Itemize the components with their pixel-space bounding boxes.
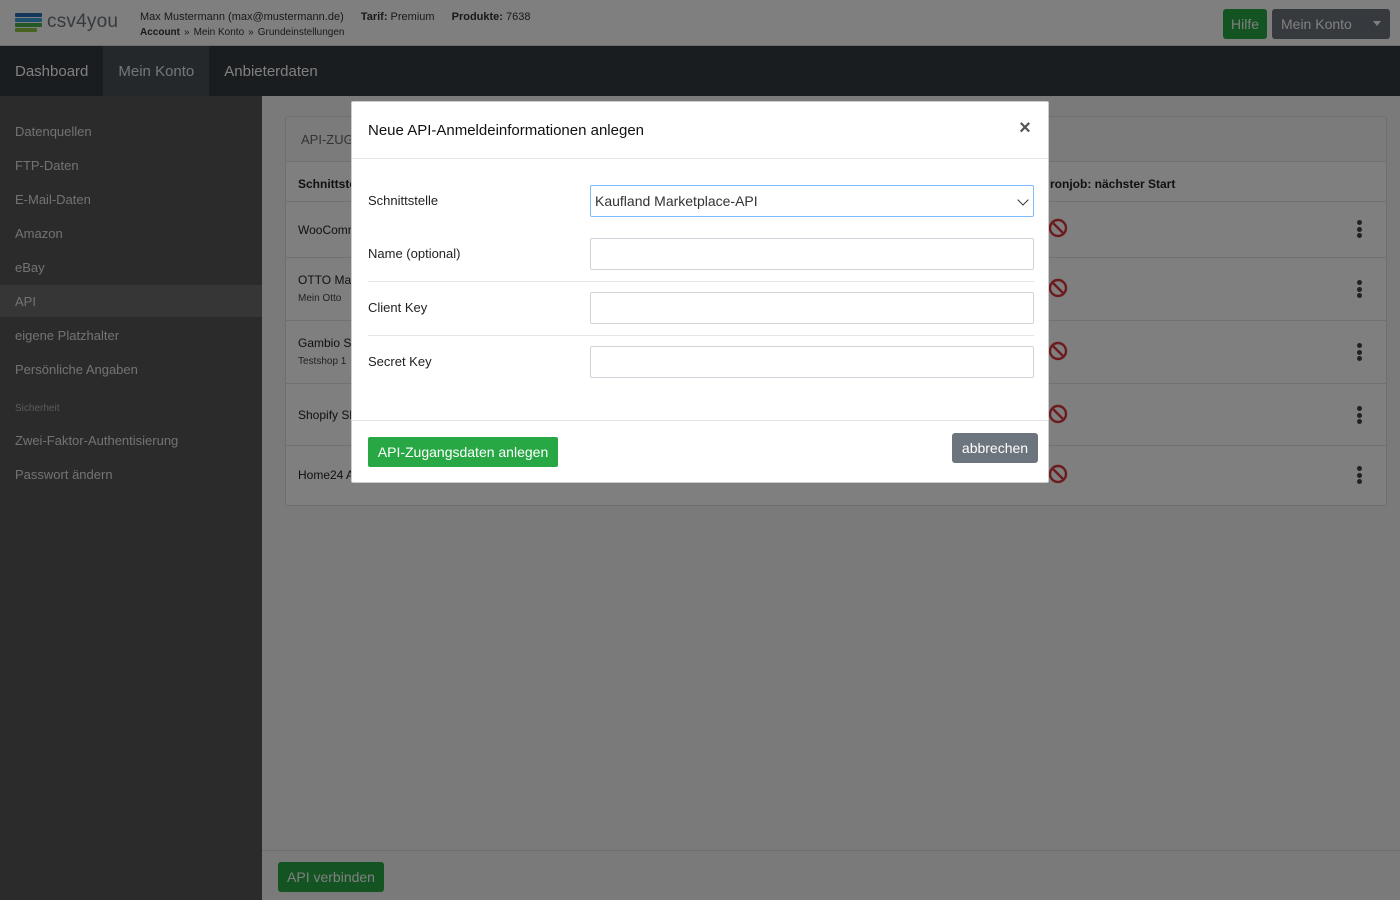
close-icon[interactable]: × — [1018, 118, 1032, 138]
schnittstelle-selected-value: Kaufland Marketplace-API — [595, 193, 758, 209]
divider — [368, 281, 1034, 282]
modal-footer-divider — [352, 420, 1048, 421]
form-row-name: Name (optional) — [368, 238, 1034, 270]
modal-header: Neue API-Anmeldeinformationen anlegen — [352, 102, 1048, 159]
name-label: Name (optional) — [368, 246, 461, 261]
new-api-credentials-modal: Neue API-Anmeldeinformationen anlegen × … — [351, 101, 1049, 483]
name-input[interactable] — [590, 238, 1034, 270]
secret-key-input[interactable] — [590, 346, 1034, 378]
client-key-label: Client Key — [368, 300, 428, 315]
divider — [368, 335, 1034, 336]
api-zugangsdaten-anlegen-button[interactable]: API-Zugangsdaten anlegen — [368, 437, 558, 467]
form-row-client-key: Client Key — [368, 292, 1034, 324]
secret-key-label: Secret Key — [368, 354, 432, 369]
chevron-down-icon — [1017, 194, 1029, 206]
schnittstelle-select[interactable]: Kaufland Marketplace-API — [590, 185, 1034, 217]
abbrechen-button[interactable]: abbrechen — [952, 433, 1038, 463]
schnittstelle-label: Schnittstelle — [368, 193, 439, 208]
modal-title: Neue API-Anmeldeinformationen anlegen — [368, 121, 645, 139]
client-key-input[interactable] — [590, 292, 1034, 324]
form-row-secret-key: Secret Key — [368, 346, 1034, 378]
form-row-schnittstelle: Schnittstelle Kaufland Marketplace-API — [368, 185, 1034, 217]
